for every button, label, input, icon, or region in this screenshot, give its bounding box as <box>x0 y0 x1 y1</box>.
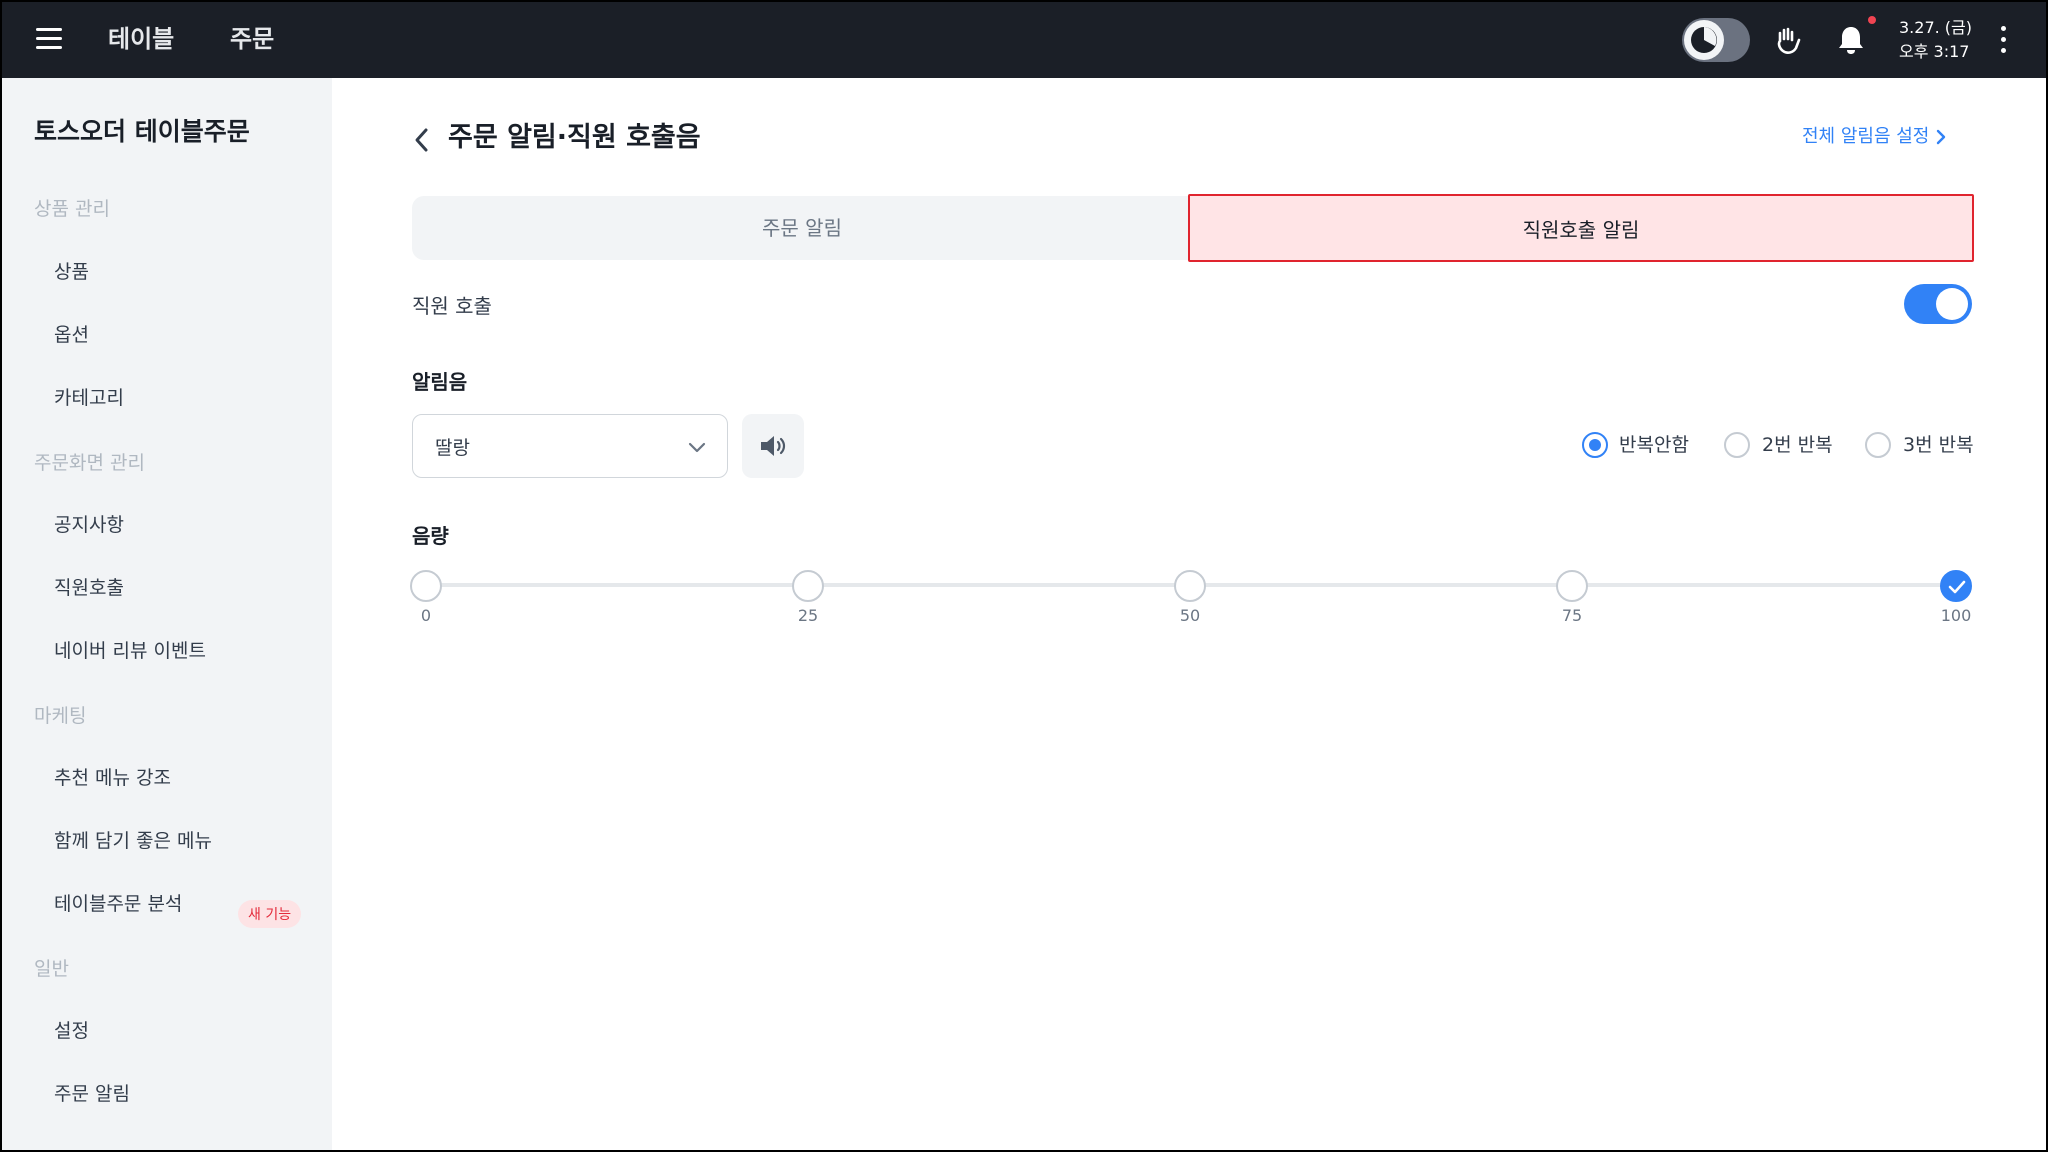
check-icon <box>1948 580 1966 594</box>
sound-select[interactable]: 딸랑 <box>412 414 728 478</box>
tab-order-alert[interactable]: 주문 알림 <box>412 196 1192 260</box>
top-nav-table[interactable]: 테이블 <box>108 22 174 56</box>
brand-title: 토스오더 테이블주문 <box>34 117 250 146</box>
volume-stop-50[interactable] <box>1174 570 1206 602</box>
sidebar-section-product: 상품 관리 <box>34 198 110 220</box>
clock-icon <box>1691 27 1717 53</box>
sidebar-section-order-screen: 주문화면 관리 <box>34 452 145 474</box>
switch-knob <box>1936 288 1968 320</box>
sidebar-item-staff-call[interactable]: 직원호출 <box>54 573 124 600</box>
sidebar-item-category[interactable]: 카테고리 <box>54 383 124 410</box>
volume-tick-100: 100 <box>1940 606 1972 625</box>
volume-label: 음량 <box>412 524 449 548</box>
date-text: 3.27. (금) <box>1899 18 1973 37</box>
volume-stop-25[interactable] <box>792 570 824 602</box>
volume-stop-100[interactable] <box>1940 570 1972 602</box>
repeat-2-label[interactable]: 2번 반복 <box>1762 430 1833 457</box>
repeat-2-radio[interactable] <box>1724 432 1750 458</box>
repeat-3-label[interactable]: 3번 반복 <box>1903 430 1974 457</box>
sidebar-section-general: 일반 <box>34 958 69 980</box>
back-chevron-icon[interactable] <box>410 122 434 158</box>
top-nav-order[interactable]: 주문 <box>230 22 274 56</box>
hand-wave-icon[interactable] <box>1772 24 1804 56</box>
sidebar-section-marketing: 마케팅 <box>34 705 87 727</box>
sound-select-value: 딸랑 <box>435 437 470 459</box>
sidebar-item-naver-review[interactable]: 네이버 리뷰 이벤트 <box>54 636 206 663</box>
sidebar-item-option[interactable]: 옵션 <box>54 320 89 347</box>
menu-icon[interactable] <box>36 28 62 50</box>
volume-tick-50: 50 <box>1179 606 1201 625</box>
notification-dot <box>1868 16 1876 24</box>
staff-call-switch[interactable] <box>1904 284 1972 324</box>
volume-tick-75: 75 <box>1561 606 1583 625</box>
volume-stop-0[interactable] <box>410 570 442 602</box>
volume-stop-75[interactable] <box>1556 570 1588 602</box>
speaker-icon <box>761 436 786 456</box>
page-title: 주문 알림·직원 호출음 <box>448 122 701 153</box>
sidebar: 토스오더 테이블주문 상품 관리 상품 옵션 카테고리 주문화면 관리 공지사항… <box>2 78 332 1150</box>
preview-sound-button[interactable] <box>742 414 804 478</box>
bell-icon[interactable] <box>1836 24 1866 56</box>
sidebar-item-order-alert[interactable]: 주문 알림 <box>54 1079 130 1106</box>
staff-call-label: 직원 호출 <box>412 294 492 318</box>
main-content: 주문 알림·직원 호출음 전체 알림음 설정 주문 알림 직원호출 알림 직원 … <box>332 78 2046 1150</box>
mode-toggle-knob <box>1684 20 1724 60</box>
mode-toggle[interactable] <box>1682 18 1750 62</box>
chevron-down-icon <box>688 442 706 453</box>
all-sound-settings-label: 전체 알림음 설정 <box>1802 126 1930 147</box>
volume-tick-25: 25 <box>797 606 819 625</box>
sidebar-item-analytics[interactable]: 테이블주문 분석 <box>54 889 182 916</box>
repeat-none-radio[interactable] <box>1582 432 1608 458</box>
chevron-right-icon <box>1937 129 1946 145</box>
volume-tick-0: 0 <box>420 606 432 625</box>
sidebar-item-product[interactable]: 상품 <box>54 257 89 284</box>
time-text: 오후 3:17 <box>1899 42 1970 61</box>
datetime: 3.27. (금) 오후 3:17 <box>1899 16 1972 64</box>
new-feature-badge: 새 기능 <box>238 900 302 928</box>
more-icon[interactable] <box>1998 26 2008 54</box>
tab-staff-call-alert[interactable]: 직원호출 알림 <box>1188 194 1974 262</box>
sidebar-item-recommend-menu[interactable]: 추천 메뉴 강조 <box>54 763 171 790</box>
sidebar-item-paired-menu[interactable]: 함께 담기 좋은 메뉴 <box>54 826 212 853</box>
repeat-3-radio[interactable] <box>1865 432 1891 458</box>
sound-label: 알림음 <box>412 370 468 394</box>
sidebar-item-notice[interactable]: 공지사항 <box>54 510 124 537</box>
all-sound-settings-link[interactable]: 전체 알림음 설정 <box>1802 122 1947 152</box>
sidebar-item-settings[interactable]: 설정 <box>54 1016 89 1043</box>
top-bar: 테이블 주문 3.27. (금) 오후 3:17 <box>2 2 2046 78</box>
app-window: 테이블 주문 3.27. (금) 오후 3:17 토스오더 테이블주문 상품 관… <box>0 0 2048 1152</box>
repeat-none-label[interactable]: 반복안함 <box>1619 430 1689 457</box>
alert-type-tabs: 주문 알림 직원호출 알림 <box>412 194 1974 262</box>
